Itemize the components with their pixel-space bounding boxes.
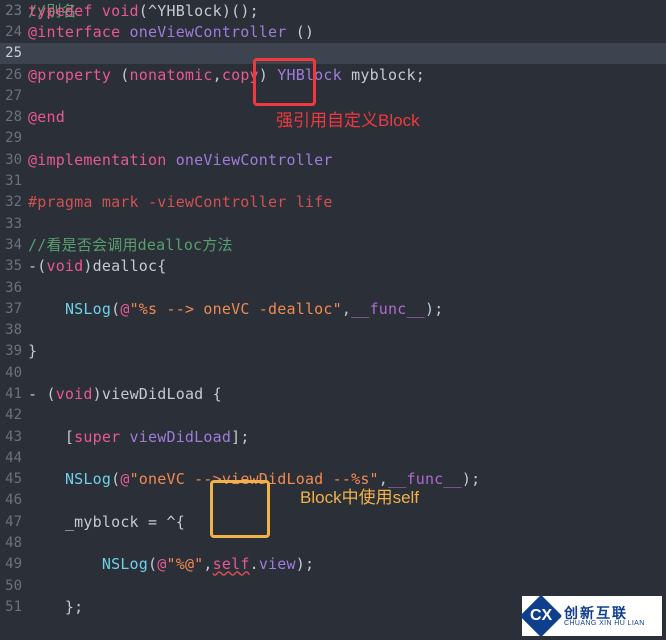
- code-line[interactable]: 24 @interface oneViewController (): [0, 21, 666, 42]
- code-content: NSLog(@"oneVC -->viewDidLoad --%s",__fun…: [28, 470, 666, 488]
- line-number: 23: [0, 3, 28, 19]
- watermark-title: 创新互联: [564, 606, 645, 620]
- code-line[interactable]: 48: [0, 532, 666, 553]
- line-number: 37: [0, 301, 28, 317]
- code-line[interactable]: 39 }: [0, 341, 666, 362]
- code-line[interactable]: 26 @property (nonatomic,copy) YHBlock my…: [0, 64, 666, 85]
- code-line[interactable]: 23 //别名typedef void(^YHBlock)();: [0, 0, 666, 21]
- watermark-subtitle: CHUANG XIN HU LIAN: [564, 620, 645, 627]
- line-number: 34: [0, 237, 28, 253]
- code-line[interactable]: 32 #pragma mark -viewController life: [0, 192, 666, 213]
- line-number: 25: [0, 45, 28, 61]
- code-content: _myblock = ^{: [28, 513, 666, 531]
- line-number: 33: [0, 216, 28, 232]
- code-editor-main[interactable]: 23 //别名typedef void(^YHBlock)(); 24 @int…: [0, 0, 666, 640]
- line-number: 35: [0, 258, 28, 274]
- line-number: 47: [0, 514, 28, 530]
- code-line[interactable]: 37 NSLog(@"%s --> oneVC -dealloc",__func…: [0, 298, 666, 319]
- code-line[interactable]: 47 _myblock = ^{: [0, 511, 666, 532]
- code-content: NSLog(@"%s --> oneVC -dealloc",__func__)…: [28, 300, 666, 318]
- line-number: 46: [0, 492, 28, 508]
- code-content: - (void)viewDidLoad {: [28, 385, 666, 403]
- code-content: //别名typedef void(^YHBlock)();: [28, 2, 666, 20]
- code-line[interactable]: 42: [0, 405, 666, 426]
- code-line[interactable]: 33: [0, 213, 666, 234]
- line-number: 45: [0, 471, 28, 487]
- code-line[interactable]: 36: [0, 277, 666, 298]
- code-line[interactable]: 27: [0, 85, 666, 106]
- line-number: 51: [0, 599, 28, 615]
- code-content: [super viewDidLoad];: [28, 428, 666, 446]
- code-content: @implementation oneViewController: [28, 151, 666, 169]
- line-number: 50: [0, 578, 28, 594]
- code-content: }: [28, 342, 666, 360]
- line-number: 31: [0, 173, 28, 189]
- line-number: 36: [0, 280, 28, 296]
- code-line[interactable]: 38: [0, 319, 666, 340]
- line-number: 40: [0, 365, 28, 381]
- code-line[interactable]: 41 - (void)viewDidLoad {: [0, 383, 666, 404]
- code-line-active[interactable]: 25: [0, 43, 666, 64]
- code-line[interactable]: 31: [0, 170, 666, 191]
- watermark: CX 创新互联 CHUANG XIN HU LIAN: [522, 596, 662, 636]
- line-number: 43: [0, 429, 28, 445]
- line-number: 39: [0, 343, 28, 359]
- line-number: 26: [0, 67, 28, 83]
- line-number: 24: [0, 24, 28, 40]
- line-number: 38: [0, 322, 28, 338]
- code-line[interactable]: 50: [0, 575, 666, 596]
- code-line[interactable]: 29: [0, 128, 666, 149]
- code-line[interactable]: 40: [0, 362, 666, 383]
- code-line[interactable]: 43 [super viewDidLoad];: [0, 426, 666, 447]
- line-number: 29: [0, 130, 28, 146]
- code-line[interactable]: 45 NSLog(@"oneVC -->viewDidLoad --%s",__…: [0, 469, 666, 490]
- code-line[interactable]: 28 @end: [0, 106, 666, 127]
- line-number: 44: [0, 450, 28, 466]
- code-line[interactable]: 35 -(void)dealloc{: [0, 256, 666, 277]
- code-content: @end: [28, 108, 666, 126]
- code-content: //看是否会调用dealloc方法: [28, 234, 666, 255]
- line-number: 48: [0, 535, 28, 551]
- line-number: 30: [0, 152, 28, 168]
- code-content: NSLog(@"%@",self.view);: [28, 555, 666, 573]
- line-number: 27: [0, 88, 28, 104]
- code-line[interactable]: 30 @implementation oneViewController: [0, 149, 666, 170]
- code-content: @interface oneViewController (): [28, 23, 666, 41]
- code-line[interactable]: 49 NSLog(@"%@",self.view);: [0, 554, 666, 575]
- line-number: 42: [0, 407, 28, 423]
- code-line[interactable]: 44: [0, 447, 666, 468]
- watermark-logo-icon: CX: [520, 595, 562, 637]
- code-content: -(void)dealloc{: [28, 257, 666, 275]
- line-number: 49: [0, 556, 28, 572]
- code-line[interactable]: 46: [0, 490, 666, 511]
- code-line[interactable]: 34 //看是否会调用dealloc方法: [0, 234, 666, 255]
- line-number: 32: [0, 194, 28, 210]
- line-number: 41: [0, 386, 28, 402]
- code-content: @property (nonatomic,copy) YHBlock myblo…: [28, 66, 666, 84]
- line-number: 28: [0, 109, 28, 125]
- code-content: #pragma mark -viewController life: [28, 193, 666, 211]
